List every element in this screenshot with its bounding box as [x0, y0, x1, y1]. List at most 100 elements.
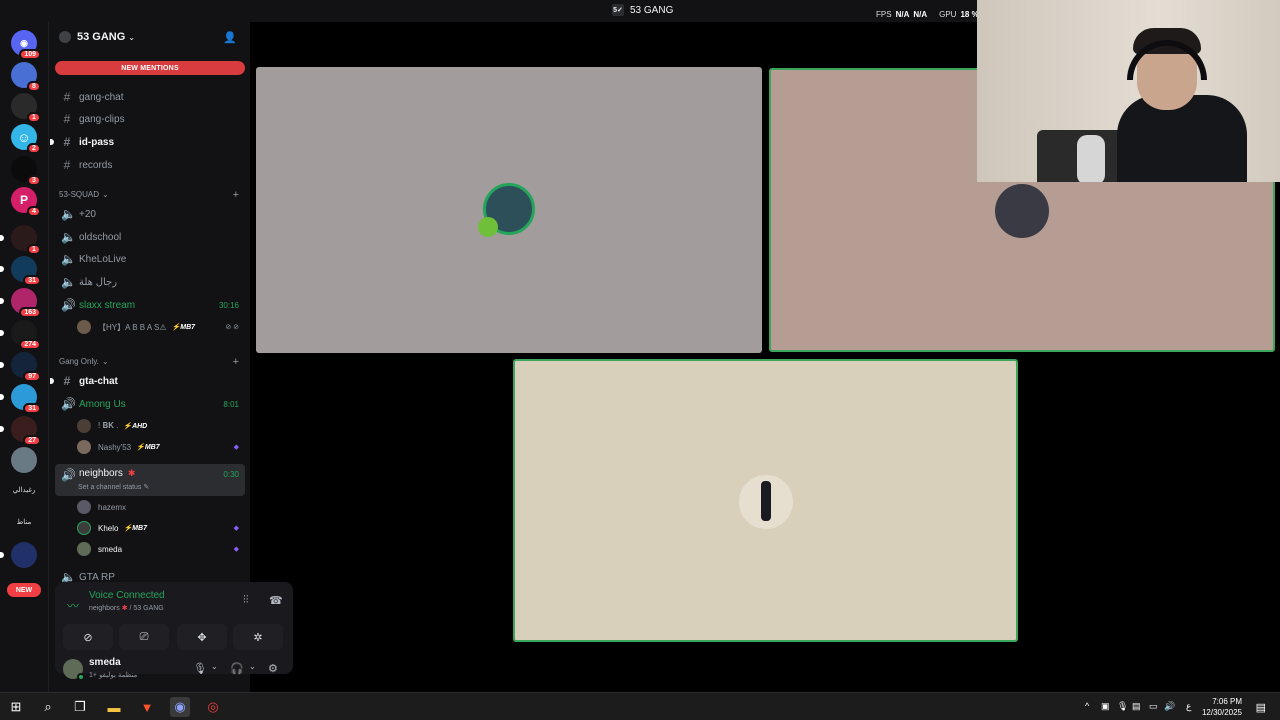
language-indicator[interactable]: ع — [1186, 701, 1191, 712]
server-icon-12[interactable]: 31 — [0, 384, 41, 414]
notifications-icon[interactable]: ▤ — [1256, 701, 1266, 714]
unread-pill — [0, 266, 4, 272]
server-icon-6[interactable]: P 4 — [11, 187, 41, 217]
voice-channel-rijal[interactable]: 🔈 رجال هلة — [55, 272, 245, 292]
server-icon-15[interactable] — [0, 542, 37, 568]
add-channel-icon[interactable]: + — [233, 189, 239, 201]
guild-icon — [59, 31, 71, 43]
search-icon[interactable]: ⌕ — [38, 697, 58, 717]
gear-icon[interactable]: ⚙ — [268, 662, 278, 675]
user-tag: ⚡MB7 — [123, 525, 147, 532]
screen-share-button[interactable]: ⎚ — [119, 624, 169, 650]
voice-connected-label[interactable]: Voice Connected — [89, 590, 165, 601]
voice-channel-oldschool[interactable]: 🔈 oldschool — [55, 227, 245, 247]
channel-gang-chat[interactable]: # gang-chat — [55, 87, 245, 107]
obs-icon[interactable]: ◎ — [203, 697, 223, 717]
voice-user[interactable]: hazemx — [77, 498, 245, 516]
voice-user[interactable]: 【HY】A B B A S⚠ ⚡MB7 ⊘ ⊘ — [77, 318, 245, 336]
discord-icon[interactable]: ◉ — [170, 697, 190, 717]
channel-status-text: Set a channel status — [78, 484, 142, 491]
voice-channel-among-us[interactable]: 🔊 Among Us 8:01 — [55, 394, 245, 414]
person-silhouette — [761, 481, 771, 521]
server-icon-11[interactable]: 97 — [0, 352, 41, 382]
channel-records[interactable]: # records — [55, 155, 245, 175]
clock[interactable]: 7:06 PM 12/30/2025 — [1202, 696, 1242, 718]
microphone-icon[interactable]: 🎙 — [1117, 701, 1128, 712]
speaker-active-icon: 🔊 — [61, 298, 76, 312]
voice-user[interactable]: Khelo ⚡MB7 ◆ — [77, 519, 245, 537]
category-53-squad[interactable]: 53-SQUAD ⌄ + — [59, 189, 239, 201]
voice-channel-slaxx-stream[interactable]: 🔊 slaxx stream 30:16 — [55, 295, 245, 315]
activity-icons: ⊘ ⊘ — [225, 324, 239, 331]
voice-channel-khelolive[interactable]: 🔈 KheLoLive — [55, 249, 245, 269]
server-direct-messages[interactable]: ◉ 109 — [11, 30, 41, 60]
user-name[interactable]: smeda — [89, 657, 121, 668]
guild-header[interactable]: 53 GANG ⌄ 👤 — [49, 22, 251, 52]
server-icon-14[interactable] — [11, 447, 37, 473]
new-mentions-banner[interactable]: NEW MENTIONS — [55, 61, 245, 75]
voice-user[interactable]: ! 𝐁𝐊 . ⚡AHD — [77, 417, 245, 435]
gpu-label: GPU — [939, 10, 957, 19]
server-icon-3[interactable]: 1 — [11, 93, 41, 123]
add-user-icon[interactable]: 👤 — [223, 31, 237, 44]
tray-app-icon[interactable]: ▣ — [1101, 701, 1110, 712]
unread-badge: 109 — [19, 49, 41, 60]
microphone-icon[interactable]: 🎙 — [193, 662, 207, 675]
chevron-down-icon[interactable]: ⌄ — [249, 662, 256, 671]
brave-browser-icon[interactable]: ▼ — [137, 697, 157, 717]
server-icon-2[interactable]: 8 — [11, 62, 41, 92]
noise-suppression-icon[interactable]: ⫶⫶ — [243, 594, 249, 607]
soundboard-button[interactable]: ✲ — [233, 624, 283, 650]
category-gang-only[interactable]: Gang Only. ⌄ + — [59, 356, 239, 368]
channel-gang-clips[interactable]: # gang-clips — [55, 109, 245, 129]
speaker-icon: 🔈 — [61, 275, 76, 289]
tray-app-icon[interactable]: ▤ — [1132, 701, 1141, 712]
voice-channel-path[interactable]: neighbors ✱ / 53 GANG — [89, 604, 164, 612]
user-tag: ⚡AHD — [123, 423, 148, 430]
headphones-icon[interactable]: 🎧 — [230, 662, 244, 675]
server-icon-7[interactable]: 1 — [0, 225, 41, 255]
channel-status[interactable]: Set a channel status ✎ — [78, 483, 149, 491]
taskbar: ⊞ ⌕ ❐ ▬ ▼ ◉ ◎ ^ ▣ 🎙 ▤ ▭ 🔊 ع 7:06 PM 12/3… — [0, 692, 1280, 720]
new-servers-badge[interactable]: NEW — [7, 583, 41, 597]
unread-badge: 31 — [23, 275, 41, 286]
server-icon-10[interactable]: 274 — [0, 320, 41, 350]
server-icon-13[interactable]: 27 — [0, 416, 41, 446]
channel-gta-chat[interactable]: # gta-chat — [50, 371, 245, 391]
channel-label: GTA RP — [79, 571, 115, 583]
voice-tile[interactable] — [513, 359, 1018, 642]
server-icon-8[interactable]: 31 — [0, 256, 41, 286]
server-icon-9[interactable]: 163 — [0, 288, 41, 318]
server-text-label[interactable]: رغيدالي — [4, 486, 44, 494]
server-icon-5[interactable]: 3 — [11, 156, 41, 186]
activities-button[interactable]: ✥ — [177, 624, 227, 650]
speaker-icon: 🔈 — [61, 252, 76, 266]
avatar[interactable] — [63, 659, 85, 681]
activity-icon: ◆ — [233, 525, 239, 532]
channel-label: KheLoLive — [79, 253, 127, 265]
speaker-active-icon: 🔊 — [61, 468, 76, 482]
add-channel-icon[interactable]: + — [233, 356, 239, 368]
task-view-icon[interactable]: ❐ — [70, 697, 90, 717]
voice-channel-plus20[interactable]: 🔈 +20 — [55, 204, 245, 224]
voice-user[interactable]: smeda ◆ — [77, 540, 245, 558]
volume-icon[interactable]: 🔊 — [1164, 701, 1175, 712]
file-explorer-icon[interactable]: ▬ — [104, 697, 124, 717]
camera-off-icon: ⊘ — [83, 631, 93, 644]
network-icon[interactable]: ▭ — [1149, 701, 1158, 712]
camera-off-button[interactable]: ⊘ — [63, 624, 113, 650]
channel-id-pass[interactable]: # id-pass — [50, 132, 245, 152]
participant-avatar — [739, 475, 793, 529]
chevron-down-icon[interactable]: ⌄ — [211, 662, 218, 671]
avatar — [77, 542, 91, 556]
voice-tile[interactable] — [256, 67, 762, 353]
chevron-up-icon[interactable]: ^ — [1085, 701, 1089, 711]
disconnect-icon[interactable]: ☎ — [269, 594, 283, 607]
voice-user[interactable]: Nashy'53 ⚡MB7 ◆ — [77, 438, 245, 456]
server-icon-4[interactable]: ☺ 2 — [11, 124, 41, 154]
unread-badge: 1 — [27, 244, 41, 255]
server-avatar — [11, 447, 37, 473]
server-text-label[interactable]: مناط — [4, 518, 44, 526]
windows-start-icon[interactable]: ⊞ — [6, 697, 26, 717]
voice-channel-neighbors[interactable]: 🔊 neighbors ✱ 0:30 — [55, 464, 245, 496]
